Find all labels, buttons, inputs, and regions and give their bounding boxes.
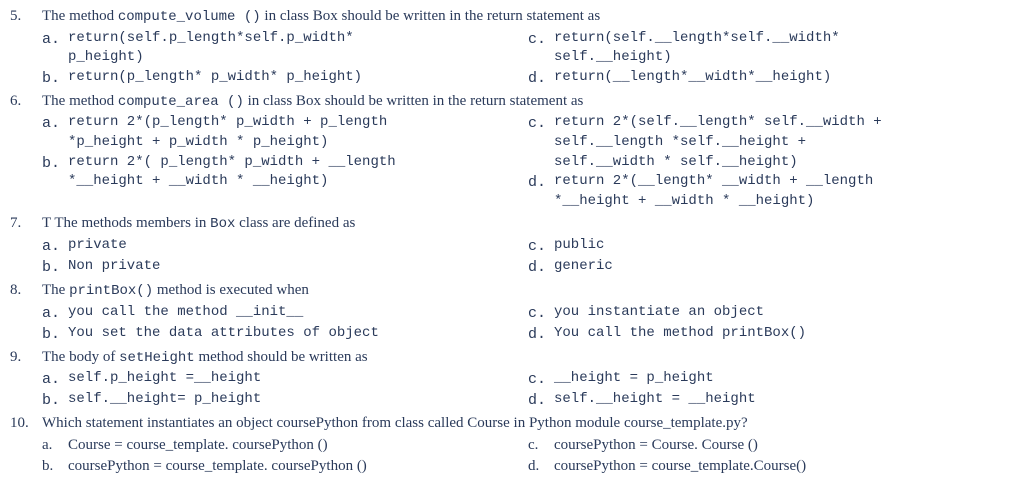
question-8: 8. The printBox() method is executed whe… [10,280,1014,345]
question-6: 6. The method compute_area () in class B… [10,91,1014,212]
option-d: d. You call the method printBox() [528,324,1014,345]
question-stem: Which statement instantiates an object c… [42,413,1014,434]
option-d: d. coursePython = course_template.Course… [528,456,1014,477]
option-c: c. return 2*(self.__length* self.__width… [528,113,1014,172]
question-number: 8. [10,280,42,345]
question-7: 7. T The methods members in Box class ar… [10,213,1014,278]
option-b: b. return 2*( p_length* p_width + __leng… [42,153,528,192]
option-d: d. return 2*(__length* __width + __lengt… [528,172,1014,211]
options: a. return(self.p_length*self.p_width* p_… [42,29,1014,89]
options: a. Course = course_template. coursePytho… [42,435,1014,477]
question-number: 10. [10,413,42,477]
options: a. you call the method __init__ b. You s… [42,303,1014,345]
option-a: a. private [42,236,528,257]
option-b: b. coursePython = course_template. cours… [42,456,528,477]
question-9: 9. The body of setHeight method should b… [10,347,1014,412]
option-a: a. Course = course_template. coursePytho… [42,435,528,456]
question-stem: T The methods members in Box class are d… [42,213,1014,235]
option-b: b. return(p_length* p_width* p_height) [42,68,528,89]
question-number: 9. [10,347,42,412]
option-d: d. generic [528,257,1014,278]
option-a: a. return 2*(p_length* p_width + p_lengt… [42,113,528,152]
option-c: c. you instantiate an object [528,303,1014,324]
option-b: b. Non private [42,257,528,278]
option-b: b. self.__height= p_height [42,390,528,411]
question-stem: The method compute_volume () in class Bo… [42,6,1014,28]
options: a. private b. Non private c. public d. [42,236,1014,278]
question-number: 7. [10,213,42,278]
option-c: c. coursePython = Course. Course () [528,435,1014,456]
option-c: c. return(self.__length*self.__width* se… [528,29,1014,68]
question-number: 5. [10,6,42,89]
option-a: a. you call the method __init__ [42,303,528,324]
question-number: 6. [10,91,42,212]
question-stem: The body of setHeight method should be w… [42,347,1014,369]
document-page: 5. The method compute_volume () in class… [0,0,1024,489]
option-c: c. public [528,236,1014,257]
options: a. self.p_height =__height b. self.__hei… [42,369,1014,411]
option-d: d. self.__height = __height [528,390,1014,411]
option-c: c. __height = p_height [528,369,1014,390]
question-stem: The printBox() method is executed when [42,280,1014,302]
option-b: b. You set the data attributes of object [42,324,528,345]
option-d: d. return(__length*__width*__height) [528,68,1014,89]
question-5: 5. The method compute_volume () in class… [10,6,1014,89]
options: a. return 2*(p_length* p_width + p_lengt… [42,113,1014,211]
question-stem: The method compute_area () in class Box … [42,91,1014,113]
option-a: a. self.p_height =__height [42,369,528,390]
question-10: 10. Which statement instantiates an obje… [10,413,1014,477]
option-a: a. return(self.p_length*self.p_width* p_… [42,29,528,68]
